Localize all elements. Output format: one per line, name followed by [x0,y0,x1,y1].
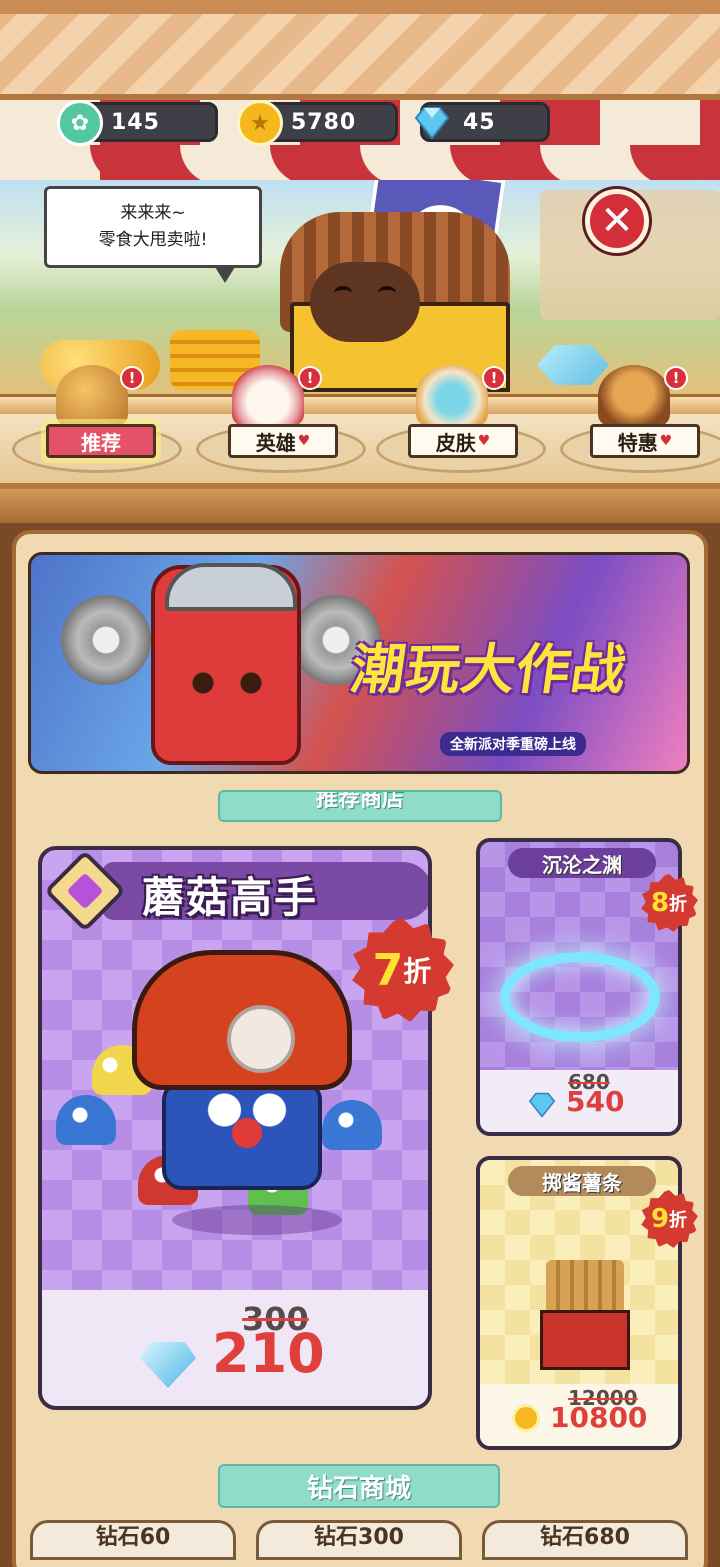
diamond-pack-card[interactable]: 钻石680 [482,1520,688,1560]
speech-line-2: 零食大甩卖啦! [98,230,208,250]
pack-label: 钻石300 [314,1525,404,1550]
close-icon: ✕ [600,198,634,244]
sale-price: 10800 [550,1401,648,1434]
coin-value: 5780 [291,109,357,135]
awning-scallops [0,145,720,185]
fries-item-image [540,1260,630,1370]
tab-heroes[interactable]: 英雄 ♥ [228,424,338,458]
notification-dot: ! [664,366,688,390]
shopkeeper-mascot [270,212,530,392]
item-name: 蘑菇高手 [142,873,319,922]
tab-label: 皮肤 [435,430,476,455]
mushroom-master-character [132,950,352,1200]
hero-tab-icon [232,365,304,427]
notification-dot: ! [120,366,144,390]
banner-subtitle: 全新派对季重磅上线 [440,732,586,756]
speech-line-1: 来来来~ [120,202,186,223]
diamond-icon [528,1092,556,1118]
special-tab-icon [598,365,670,427]
pack-label: 钻石60 [95,1525,171,1550]
tab-recommend[interactable]: 推荐 [46,424,156,458]
soda-can-character [151,563,301,765]
diamond-icon [409,100,455,146]
sale-price: 540 [566,1085,625,1118]
diamond-counter[interactable]: 45 [414,102,550,142]
discount-unit: 折 [669,1210,688,1231]
tab-skins[interactable]: 皮肤 ♥ [408,424,518,458]
discount-number: 7 [372,944,404,996]
discount-number: 8 [650,888,670,918]
diamond-section-header: 钻石商城 [218,1464,500,1508]
discount-number: 9 [650,1204,670,1234]
green-ticket-icon: ✿ [57,100,103,146]
gold-coin-icon: ★ [237,100,283,146]
gold-coin-icon [512,1404,540,1432]
pack-label: 钻石680 [540,1525,630,1550]
item-name: 沉沦之渊 [508,848,656,878]
diamond-pack-card[interactable]: 钻石300 [256,1520,462,1560]
section-title: 推荐商店 [315,790,404,812]
shelf-strip [0,489,720,523]
featured-item-card[interactable]: 蘑菇高手 300 210 [38,846,432,1410]
coin-counter[interactable]: ★ 5780 [237,100,398,146]
recommend-section-header: 推荐商店 [218,790,502,822]
discount-unit: 折 [669,894,688,915]
tab-specials[interactable]: 特惠 ♥ [590,424,700,458]
speech-bubble: 来来来~ 零食大甩卖啦! [44,186,262,283]
section-title: 钻石商城 [306,1473,411,1504]
close-button[interactable]: ✕ [585,189,649,253]
character-shadow [172,1205,342,1235]
tab-label: 推荐 [81,430,121,455]
gear-decoration [61,595,151,685]
ticket-value: 145 [111,109,160,135]
diamond-value: 45 [463,109,496,135]
tab-label: 英雄 [255,430,296,455]
mushroom-icon [56,1095,116,1145]
recommend-tab-icon [56,365,128,427]
abyss-portal-effect [500,952,660,1042]
strawberry-icon: ♥ [477,433,491,449]
tab-label: 特惠 [617,430,658,455]
top-awning [0,0,720,100]
strawberry-icon: ♥ [659,433,673,449]
banner-title: 潮玩大作战 [346,638,631,701]
diamond-pack-card[interactable]: 钻石60 [30,1520,236,1560]
sale-price: 210 [212,1322,325,1385]
strawberry-icon: ♥ [297,433,311,449]
skin-tab-icon [416,365,488,427]
ticket-counter[interactable]: ✿ 145 [57,100,218,146]
notification-dot: ! [482,366,506,390]
item-name: 掷酱薯条 [508,1166,656,1196]
discount-unit: 折 [403,955,432,988]
notification-dot: ! [298,366,322,390]
